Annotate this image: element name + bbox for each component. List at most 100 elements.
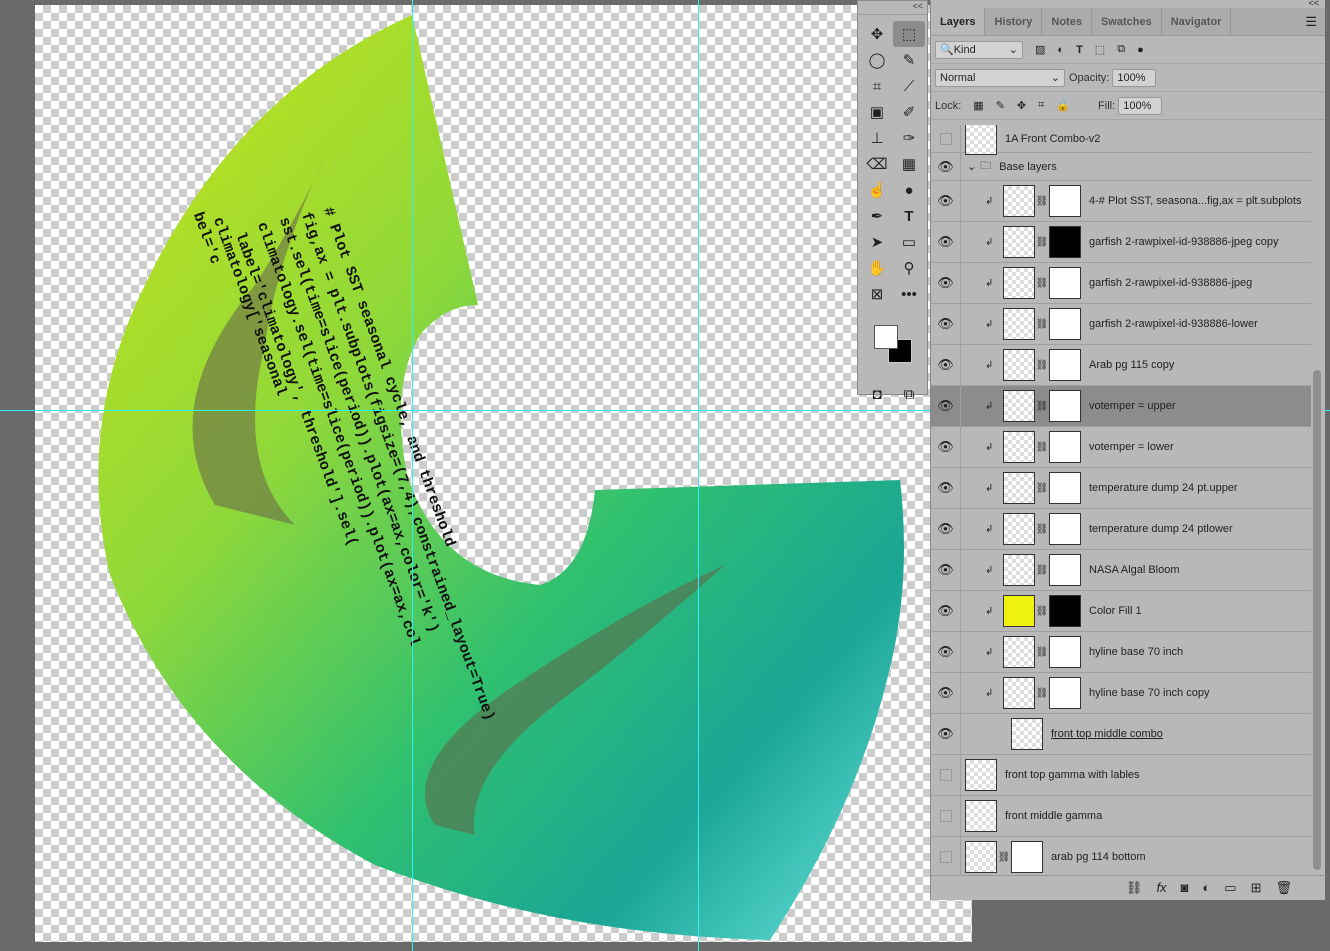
layer-mask-thumbnail[interactable] xyxy=(1049,513,1081,545)
layer-row[interactable]: 👁 front top middle combo xyxy=(931,714,1311,755)
link-icon[interactable]: ⛓ xyxy=(1035,524,1049,535)
stamp-icon[interactable]: ⊥ xyxy=(861,125,893,151)
adjustment-icon[interactable]: ◐ xyxy=(1202,880,1210,900)
filter-shape-icon[interactable]: ⬚ xyxy=(1095,43,1105,56)
link-icon[interactable]: ⛓ xyxy=(1035,606,1049,617)
dodge-icon[interactable]: ● xyxy=(893,177,925,203)
layer-row[interactable]: 👁 ↲ ⛓ hyline base 70 inch copy xyxy=(931,673,1311,714)
smudge-icon[interactable]: ☝ xyxy=(861,177,893,203)
link-icon[interactable]: ⛓ xyxy=(1035,688,1049,699)
document-canvas[interactable]: # Plot SST seasonal cycle, and threshold… xyxy=(35,5,972,942)
visibility-toggle[interactable] xyxy=(931,837,961,875)
lock-artboard-icon[interactable]: ⌗ xyxy=(1038,99,1044,112)
screen-mode-icon[interactable]: ⧉ xyxy=(893,381,925,407)
visibility-toggle[interactable] xyxy=(931,125,961,152)
link-icon[interactable]: ⛓ xyxy=(1035,319,1049,330)
filter-type-icon[interactable]: T xyxy=(1076,44,1083,56)
lock-move-icon[interactable]: ✥ xyxy=(1017,99,1026,112)
lock-brush-icon[interactable]: ✎ xyxy=(996,99,1005,112)
eyedropper-icon[interactable]: ⟋ xyxy=(893,73,925,99)
visibility-toggle[interactable]: 👁 xyxy=(931,153,961,180)
layer-row[interactable]: front middle gamma xyxy=(931,796,1311,837)
panel-menu-icon[interactable]: ☰ xyxy=(1305,14,1317,30)
pen-icon[interactable]: ✒ xyxy=(861,203,893,229)
chevron-down-icon[interactable]: ⌄ xyxy=(967,160,976,173)
layer-row[interactable]: 👁 ↲ ⛓ Color Fill 1 xyxy=(931,591,1311,632)
layer-row[interactable]: 1A Front Combo-v2 xyxy=(931,125,1311,155)
layer-row[interactable]: 👁 ↲ ⛓ garfish 2-rawpixel-id-938886-jpeg xyxy=(931,263,1311,304)
layer-row[interactable]: 👁 ↲ ⛓ temperature dump 24 pt.upper xyxy=(931,468,1311,509)
visibility-toggle[interactable]: 👁 xyxy=(931,345,961,385)
visibility-toggle[interactable]: 👁 xyxy=(931,673,961,713)
blend-mode-select[interactable]: Normal ⌄ xyxy=(935,68,1065,87)
collapse-button[interactable]: << xyxy=(931,0,1325,8)
frame-icon[interactable]: ▣ xyxy=(861,99,893,125)
tab-layers[interactable]: Layers xyxy=(931,8,986,35)
visibility-toggle[interactable]: 👁 xyxy=(931,632,961,672)
visibility-toggle[interactable]: 👁 xyxy=(931,263,961,303)
layer-mask-thumbnail[interactable] xyxy=(1049,390,1081,422)
filter-toggle[interactable]: ● xyxy=(1137,44,1144,56)
layer-row[interactable]: 👁 ↲ ⛓ garfish 2-rawpixel-id-938886-lower xyxy=(931,304,1311,345)
link-icon[interactable]: ⛓ xyxy=(1035,565,1049,576)
path-select-icon[interactable]: ➤ xyxy=(861,229,893,255)
link-icon[interactable]: ⛓ xyxy=(1035,647,1049,658)
lasso-icon[interactable]: ◯ xyxy=(861,47,893,73)
new-group-icon[interactable]: ▭ xyxy=(1224,880,1236,900)
guide-vertical[interactable] xyxy=(412,0,413,951)
gradient-icon[interactable]: ▦ xyxy=(893,151,925,177)
more-icon[interactable]: ••• xyxy=(893,281,925,307)
filter-kind-select[interactable]: 🔍Kind ⌄ xyxy=(935,40,1023,59)
filter-smart-object-icon[interactable]: ⧉ xyxy=(1117,43,1125,56)
artboard-icon[interactable]: ⊠ xyxy=(861,281,893,307)
visibility-toggle[interactable]: 👁 xyxy=(931,591,961,631)
link-icon[interactable]: ⛓ xyxy=(1035,196,1049,207)
layer-row[interactable]: 👁 ↲ ⛓ NASA Algal Bloom xyxy=(931,550,1311,591)
layer-row[interactable]: 👁 ↲ ⛓ garfish 2-rawpixel-id-938886-jpeg cop… xyxy=(931,222,1311,263)
layer-row[interactable]: 👁 ↲ ⛓ temperature dump 24 ptlower xyxy=(931,509,1311,550)
layer-mask-thumbnail[interactable] xyxy=(1049,267,1081,299)
scrollbar[interactable] xyxy=(1313,370,1321,870)
visibility-toggle[interactable]: 👁 xyxy=(931,550,961,590)
layer-mask-thumbnail[interactable] xyxy=(1011,841,1043,873)
lock-all-icon[interactable]: 🔒 xyxy=(1056,99,1070,112)
layer-row[interactable]: 👁 ↲ ⛓ hyline base 70 inch xyxy=(931,632,1311,673)
layer-mask-thumbnail[interactable] xyxy=(1049,595,1081,627)
layer-row[interactable]: ⛓ arab pg 114 bottom xyxy=(931,837,1311,875)
lock-transparent-icon[interactable]: ▦ xyxy=(973,99,983,112)
filter-pixel-icon[interactable]: ▨ xyxy=(1035,43,1045,56)
link-icon[interactable]: ⛓ xyxy=(1035,442,1049,453)
layer-row[interactable]: 👁 ↲ ⛓ Arab pg 115 copy xyxy=(931,345,1311,386)
layer-mask-thumbnail[interactable] xyxy=(1049,431,1081,463)
link-icon[interactable]: ⛓ xyxy=(1035,278,1049,289)
quick-select-icon[interactable]: ✎ xyxy=(893,47,925,73)
layer-mask-thumbnail[interactable] xyxy=(1049,349,1081,381)
layer-row[interactable]: 👁 ↲ ⛓ 4-# Plot SST, seasona...fig,ax = plt.… xyxy=(931,181,1311,222)
layer-mask-thumbnail[interactable] xyxy=(1049,554,1081,586)
new-layer-icon[interactable]: ⊞ xyxy=(1251,880,1262,900)
tab-notes[interactable]: Notes xyxy=(1042,8,1092,35)
layer-row[interactable]: 👁 ↲ ⛓ votemper = upper xyxy=(931,386,1311,427)
eraser-icon[interactable]: ⌫ xyxy=(861,151,893,177)
link-icon[interactable]: ⛓ xyxy=(1035,237,1049,248)
link-icon[interactable]: ⛓ xyxy=(1035,483,1049,494)
tab-swatches[interactable]: Swatches xyxy=(1092,8,1162,35)
visibility-toggle[interactable]: 👁 xyxy=(931,386,961,426)
visibility-toggle[interactable]: 👁 xyxy=(931,509,961,549)
add-mask-icon[interactable]: ◙ xyxy=(1181,880,1189,900)
link-icon[interactable]: ⛓ xyxy=(1035,360,1049,371)
filter-adjustment-icon[interactable]: ◐ xyxy=(1057,44,1064,56)
visibility-toggle[interactable]: 👁 xyxy=(931,304,961,344)
link-icon[interactable]: ⛓ xyxy=(1035,401,1049,412)
collapse-button[interactable]: << xyxy=(858,1,927,15)
layer-mask-thumbnail[interactable] xyxy=(1049,472,1081,504)
link-icon[interactable]: ⛓ xyxy=(997,852,1011,863)
layer-row[interactable]: 👁 ⌄ 🗀 Base layers xyxy=(931,153,1311,181)
rectangle-icon[interactable]: ▭ xyxy=(893,229,925,255)
layer-row[interactable]: 👁 ↲ ⛓ votemper = lower xyxy=(931,427,1311,468)
history-brush-icon[interactable]: ✑ xyxy=(893,125,925,151)
visibility-toggle[interactable] xyxy=(931,796,961,836)
marquee-icon[interactable]: ⬚ xyxy=(893,21,925,47)
move-icon[interactable]: ✥ xyxy=(861,21,893,47)
visibility-toggle[interactable]: 👁 xyxy=(931,714,961,754)
